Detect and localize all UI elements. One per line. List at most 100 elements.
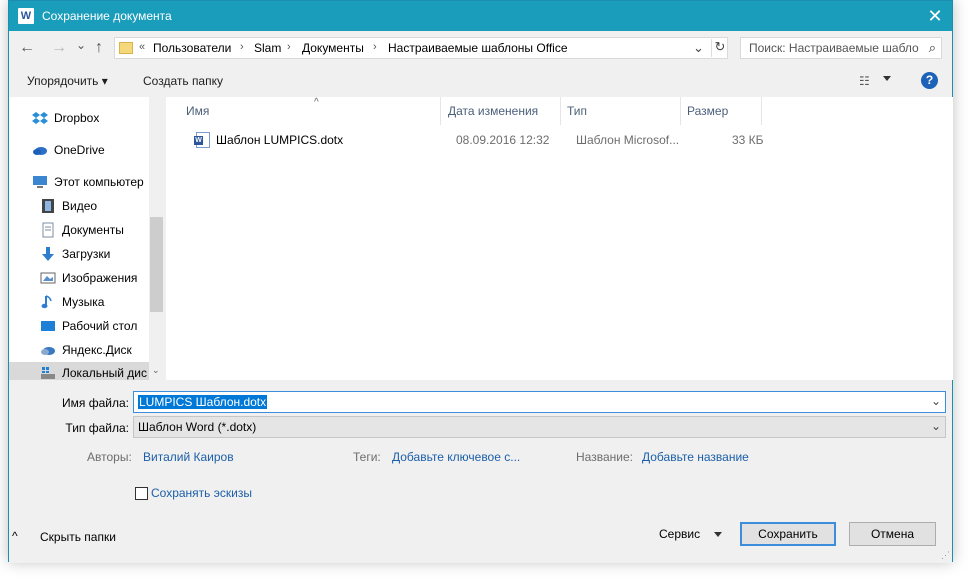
computer-icon [33, 176, 47, 188]
sidebar-item-pictures[interactable]: Изображения [9, 267, 149, 289]
sidebar-item-desktop[interactable]: Рабочий стол [9, 315, 149, 337]
file-size: 33 КБ [732, 133, 764, 147]
chevron-down-icon[interactable]: ⌄ [931, 419, 941, 433]
address-history-chevron-icon[interactable]: ⌄ [693, 40, 704, 56]
recent-locations-button[interactable]: ⌄ [76, 37, 86, 53]
address-bar[interactable]: « Пользователи › Slam › Документы › Наст… [114, 37, 728, 59]
sidebar-item-label: Рабочий стол [62, 319, 138, 333]
sidebar-item-label: Локальный дис [62, 366, 147, 380]
tags-field[interactable]: Добавьте ключевое с... [392, 450, 520, 464]
command-toolbar: Упорядочить ▾ Создать папку ☷ ? [9, 65, 952, 97]
filetype-label: Тип файла: [65, 421, 129, 435]
column-header-size[interactable]: Размер [687, 104, 728, 118]
breadcrumb-users[interactable]: Пользователи [153, 41, 231, 55]
hide-folders-button[interactable]: Скрыть папки [40, 530, 116, 544]
new-folder-button[interactable]: Создать папку [143, 74, 223, 88]
window-title: Сохранение документа [42, 9, 172, 23]
column-header-date[interactable]: Дата изменения [448, 104, 538, 118]
filetype-value: Шаблон Word (*.dotx) [138, 420, 257, 434]
yandex-disk-icon [41, 347, 55, 355]
sidebar-item-dropbox[interactable]: Dropbox [9, 107, 149, 129]
tools-menu-button[interactable]: Сервис [659, 527, 700, 541]
chevron-down-icon[interactable]: ⌄ [931, 394, 941, 408]
navigation-scrollbar[interactable]: ⌄ [149, 97, 164, 380]
save-button[interactable]: Сохранить [740, 522, 836, 546]
file-type: Шаблон Microsof... [576, 133, 680, 147]
word-document-icon [194, 132, 210, 148]
help-icon[interactable]: ? [921, 72, 938, 89]
pictures-icon [40, 272, 56, 284]
filetype-select[interactable]: Шаблон Word (*.dotx) ⌄ [133, 416, 946, 438]
column-divider[interactable] [680, 97, 681, 125]
onedrive-icon [33, 147, 47, 155]
title-label: Название: [576, 450, 633, 464]
sidebar-item-label: Изображения [62, 271, 138, 285]
search-placeholder: Поиск: Настраиваемые шабло [749, 41, 919, 55]
refresh-icon[interactable]: ↻ [711, 39, 728, 57]
cancel-button[interactable]: Отмена [849, 522, 936, 546]
breadcrumb-documents[interactable]: Документы [302, 41, 364, 55]
breadcrumb-slam[interactable]: Slam [254, 41, 281, 55]
filename-field[interactable]: LUMPICS Шаблон.dotx ⌄ [133, 391, 946, 413]
column-header-name[interactable]: Имя [186, 104, 209, 118]
breadcrumb-separator[interactable]: › [240, 41, 244, 53]
downloads-icon [42, 247, 54, 261]
video-icon [42, 199, 54, 213]
documents-icon [42, 222, 54, 238]
back-button[interactable]: ← [19, 40, 35, 56]
dropbox-icon [32, 112, 48, 124]
file-row[interactable]: Шаблон LUMPICS.dotx 08.09.2016 12:32 Шаб… [186, 130, 766, 150]
authors-field[interactable]: Виталий Каиров [143, 450, 234, 464]
sidebar-item-label: Музыка [62, 295, 105, 309]
search-input[interactable]: Поиск: Настраиваемые шабло ⌕ [740, 37, 942, 59]
sidebar-item-downloads[interactable]: Загрузки [9, 243, 149, 265]
file-date: 08.09.2016 12:32 [456, 133, 550, 147]
navigation-pane: Dropbox OneDrive Этот компьютер Видео До… [9, 97, 164, 380]
tags-label: Теги: [353, 450, 381, 464]
view-options-chevron-icon[interactable] [883, 76, 891, 81]
tools-chevron-icon[interactable] [714, 532, 722, 537]
scroll-down-icon[interactable]: ⌄ [152, 365, 160, 376]
filename-value[interactable]: LUMPICS Шаблон.dotx [138, 395, 268, 409]
organize-menu-button[interactable]: Упорядочить ▾ [27, 74, 108, 88]
word-app-icon: W [18, 8, 34, 24]
authors-label: Авторы: [87, 450, 132, 464]
sidebar-item-local-disk[interactable]: Локальный дис [9, 362, 149, 380]
sidebar-item-label: Яндекс.Диск [62, 343, 132, 357]
column-header-type[interactable]: Тип [567, 104, 587, 118]
folder-icon [119, 42, 133, 54]
sidebar-item-this-pc[interactable]: Этот компьютер [9, 171, 149, 193]
breadcrumb-separator[interactable]: › [373, 41, 377, 53]
column-divider[interactable] [560, 97, 561, 125]
sidebar-item-music[interactable]: Музыка [9, 291, 149, 313]
sidebar-item-onedrive[interactable]: OneDrive [9, 139, 149, 161]
sort-ascending-icon: ^ [314, 97, 319, 108]
up-button[interactable]: ↑ [95, 40, 103, 56]
column-divider[interactable] [761, 97, 762, 125]
save-options-panel: Имя файла: LUMPICS Шаблон.dotx ⌄ Тип фай… [9, 380, 952, 563]
scrollbar-thumb[interactable] [150, 217, 163, 312]
sidebar-item-documents[interactable]: Документы [9, 219, 149, 241]
breadcrumb-custom-templates[interactable]: Настраиваемые шаблоны Office [388, 41, 568, 55]
sidebar-item-yandex-disk[interactable]: Яндекс.Диск [9, 339, 149, 361]
sidebar-item-label: Этот компьютер [54, 175, 144, 189]
chevron-up-icon[interactable]: ^ [12, 529, 18, 543]
close-button[interactable]: ✕ [918, 1, 952, 31]
title-bar: W Сохранение документа ✕ [9, 1, 952, 31]
sidebar-item-label: Загрузки [62, 247, 111, 261]
sidebar-item-label: Dropbox [54, 111, 100, 125]
music-icon [41, 295, 52, 309]
breadcrumb-overflow[interactable]: « [139, 41, 145, 53]
filename-label: Имя файла: [62, 396, 129, 410]
breadcrumb-separator[interactable]: › [287, 41, 291, 53]
save-thumbnails-checkbox[interactable] [135, 487, 148, 500]
search-icon[interactable]: ⌕ [929, 40, 936, 56]
sidebar-item-video[interactable]: Видео [9, 195, 149, 217]
resize-grip-icon[interactable]: ⋰ [941, 550, 950, 561]
column-divider[interactable] [440, 97, 441, 125]
view-options-icon[interactable]: ☷ [859, 74, 870, 88]
save-thumbnails-label[interactable]: Сохранять эскизы [151, 486, 252, 500]
forward-button[interactable]: → [51, 40, 67, 56]
sidebar-item-label: Видео [62, 199, 98, 213]
title-field[interactable]: Добавьте название [642, 450, 749, 464]
